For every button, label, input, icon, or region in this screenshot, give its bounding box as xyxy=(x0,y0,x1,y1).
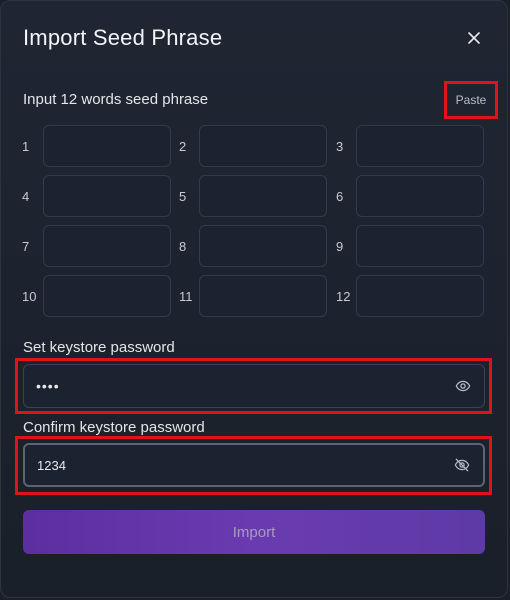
seed-word-input-8[interactable] xyxy=(199,225,327,267)
password-label: Set keystore password xyxy=(23,339,175,356)
seed-phrase-label: Input 12 words seed phrase xyxy=(23,91,209,108)
close-icon xyxy=(468,32,480,44)
word-number: 11 xyxy=(179,289,193,304)
word-number: 5 xyxy=(179,189,187,204)
word-number: 1 xyxy=(22,139,30,154)
paste-button[interactable]: Paste xyxy=(444,81,498,119)
password-value: •••• xyxy=(36,378,60,394)
import-seed-modal: Import Seed Phrase Input 12 words seed p… xyxy=(0,0,508,598)
modal-title: Import Seed Phrase xyxy=(23,25,223,50)
word-number: 9 xyxy=(336,239,344,254)
word-number: 7 xyxy=(22,239,30,254)
confirm-password-label: Confirm keystore password xyxy=(23,419,205,436)
seed-word-input-3[interactable] xyxy=(356,125,484,167)
seed-word-input-6[interactable] xyxy=(356,175,484,217)
confirm-password-field[interactable]: 1234 xyxy=(23,443,485,487)
seed-word-input-5[interactable] xyxy=(199,175,327,217)
word-number: 2 xyxy=(179,139,187,154)
word-number: 8 xyxy=(179,239,187,254)
word-number: 12 xyxy=(336,289,351,304)
seed-word-input-10[interactable] xyxy=(43,275,171,317)
seed-word-input-12[interactable] xyxy=(356,275,484,317)
confirm-password-value: 1234 xyxy=(37,457,66,473)
password-field[interactable]: •••• xyxy=(23,364,485,408)
seed-word-input-7[interactable] xyxy=(43,225,171,267)
eye-icon[interactable] xyxy=(454,377,472,395)
seed-word-input-1[interactable] xyxy=(43,125,171,167)
word-number: 10 xyxy=(22,289,37,304)
seed-word-input-11[interactable] xyxy=(199,275,327,317)
seed-word-input-4[interactable] xyxy=(43,175,171,217)
word-number: 6 xyxy=(336,189,344,204)
close-button[interactable] xyxy=(463,27,485,49)
word-number: 3 xyxy=(336,139,344,154)
seed-word-input-9[interactable] xyxy=(356,225,484,267)
eye-off-icon[interactable] xyxy=(453,456,471,474)
word-number: 4 xyxy=(22,189,30,204)
import-button[interactable]: Import xyxy=(23,510,485,554)
seed-word-input-2[interactable] xyxy=(199,125,327,167)
